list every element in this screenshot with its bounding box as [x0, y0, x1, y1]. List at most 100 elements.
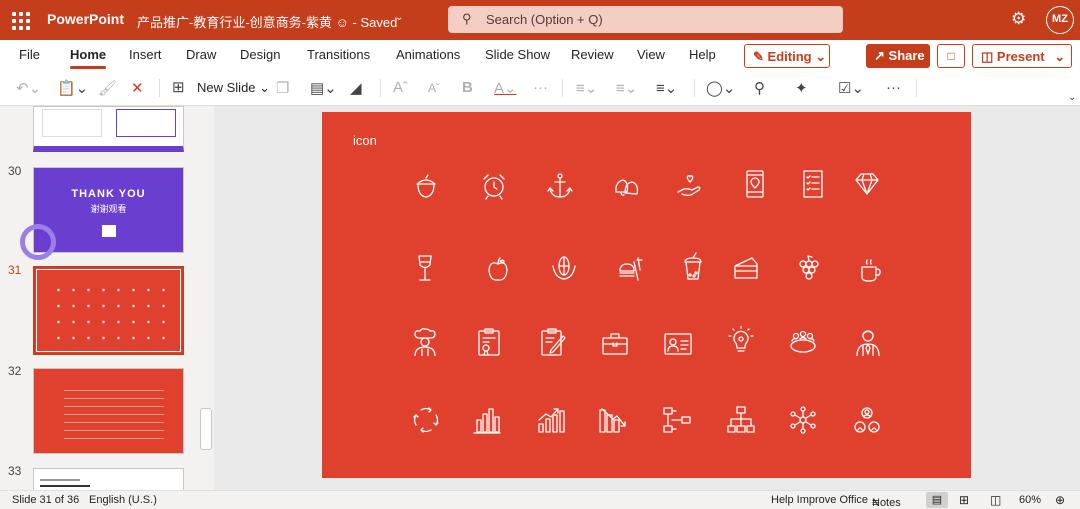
clipboard-edit-icon[interactable]: [539, 328, 567, 356]
fit-to-window-icon[interactable]: ⊕: [1055, 493, 1065, 507]
bells-icon[interactable]: [612, 172, 640, 200]
avatar[interactable]: MZ: [1046, 6, 1074, 34]
checklist-icon[interactable]: [799, 170, 827, 198]
grapes-icon[interactable]: [794, 254, 822, 282]
reuse-slides-icon[interactable]: ❐: [276, 79, 289, 97]
zoom-level[interactable]: 60%: [1019, 494, 1041, 506]
bubble-tea-icon[interactable]: [679, 252, 707, 280]
sensitivity-icon[interactable]: ☑⌄: [838, 79, 864, 97]
ribbon-collapse-chevron-icon[interactable]: ⌄: [1068, 92, 1076, 103]
tab-animations[interactable]: Animations: [396, 47, 460, 62]
clipboard-badge-icon[interactable]: [475, 328, 503, 356]
tab-view[interactable]: View: [637, 47, 665, 62]
slide-thumbnail-30[interactable]: THANK YOU 谢谢观看: [20, 167, 184, 260]
corn-icon[interactable]: [550, 254, 578, 282]
tab-slide-show[interactable]: Slide Show: [485, 47, 550, 62]
logo-icon: [102, 225, 116, 237]
search-icon: ⚲: [462, 11, 472, 26]
present-button[interactable]: ◫ Present ⌄: [972, 44, 1072, 68]
align-text-icon[interactable]: ≡⌄: [656, 79, 677, 97]
wine-glass-icon[interactable]: [411, 254, 439, 282]
network-icon[interactable]: [789, 406, 817, 434]
slide-title[interactable]: icon: [353, 133, 377, 148]
chevron-down-icon[interactable]: ⌄: [395, 12, 403, 23]
growth-chart-icon[interactable]: [537, 406, 565, 434]
share-button[interactable]: ↗ Share: [866, 44, 930, 68]
tab-transitions[interactable]: Transitions: [307, 47, 370, 62]
idea-bulb-icon[interactable]: [727, 325, 755, 354]
save-status: Saved: [360, 15, 398, 30]
bullets-icon[interactable]: ≡⌄: [576, 79, 597, 97]
font-color-icon[interactable]: A⌄: [494, 79, 517, 97]
present-icon: ◫: [981, 49, 994, 64]
title-bar: PowerPoint 产品推广-教育行业-创意商务-紫黄 ☺ - Saved ⌄…: [0, 0, 1080, 40]
slide-counter: Slide 31 of 36: [12, 494, 80, 506]
paste-icon[interactable]: 📋⌄: [57, 79, 88, 97]
document-title[interactable]: 产品推广-教育行业-创意商务-紫黄 ☺ - Saved: [137, 12, 397, 31]
tab-help[interactable]: Help: [689, 47, 716, 62]
more-options-icon[interactable]: ···: [886, 79, 901, 96]
document-name: 产品推广-教育行业-创意商务-紫黄: [137, 15, 332, 30]
pencil-icon: ✎: [753, 49, 764, 64]
status-bar: Slide 31 of 36 English (U.S.) Help Impro…: [0, 490, 1080, 509]
meeting-table-icon[interactable]: [789, 328, 817, 356]
find-icon[interactable]: ⚲: [754, 79, 765, 97]
coffee-cup-icon[interactable]: [857, 256, 885, 284]
acorn-icon[interactable]: [412, 172, 440, 200]
thumbnail-scrollbar[interactable]: [200, 408, 212, 450]
anchor-icon[interactable]: [546, 172, 574, 200]
help-improve-link[interactable]: Help Improve Office: [771, 494, 868, 506]
more-font-icon[interactable]: ···: [533, 79, 548, 96]
numbering-icon[interactable]: ≡⌄: [616, 79, 637, 97]
app-launcher-icon[interactable]: [10, 10, 30, 30]
tab-file[interactable]: File: [19, 47, 40, 62]
search-box[interactable]: ⚲ Search (Option + Q): [448, 6, 843, 33]
phone-location-icon[interactable]: [741, 170, 769, 198]
briefcase-icon[interactable]: [601, 330, 629, 358]
bold-icon[interactable]: B: [462, 79, 473, 96]
tab-home[interactable]: Home: [70, 47, 107, 69]
undo-icon[interactable]: ↶⌄: [16, 79, 41, 97]
cake-icon[interactable]: [732, 254, 760, 282]
layout-icon[interactable]: ▤⌄: [310, 79, 337, 97]
tab-insert[interactable]: Insert: [129, 47, 162, 62]
shapes-icon[interactable]: ◯⌄: [706, 79, 735, 97]
apple-icon[interactable]: [484, 256, 512, 284]
alarm-clock-icon[interactable]: [480, 172, 508, 200]
slide-number-31: 31: [8, 263, 22, 277]
tab-design[interactable]: Design: [240, 47, 280, 62]
reading-view-icon[interactable]: ◫: [990, 493, 1001, 507]
businessman-icon[interactable]: [854, 328, 882, 357]
delete-icon[interactable]: ✕: [131, 79, 144, 97]
tab-draw[interactable]: Draw: [186, 47, 216, 62]
language-indicator[interactable]: English (U.S.): [89, 494, 157, 506]
new-slide-button[interactable]: New Slide ⌄: [197, 80, 270, 96]
chef-icon[interactable]: [411, 328, 439, 357]
slide-sorter-icon[interactable]: ⊞: [959, 493, 969, 507]
flowchart-icon[interactable]: [663, 406, 691, 434]
format-painter-icon[interactable]: 🖌: [98, 79, 117, 97]
slide-thumbnail-29[interactable]: [33, 106, 184, 152]
id-card-icon[interactable]: [664, 330, 692, 358]
bar-chart-icon[interactable]: [473, 406, 501, 434]
decrease-font-icon[interactable]: Aˇ: [428, 81, 440, 95]
shape-fill-icon[interactable]: ◢: [350, 79, 362, 97]
app-name[interactable]: PowerPoint: [47, 11, 124, 27]
designer-wand-icon[interactable]: ✦: [795, 79, 808, 97]
slide-thumbnail-31[interactable]: [33, 266, 184, 355]
slide-thumbnail-33[interactable]: [33, 468, 184, 490]
diamond-icon[interactable]: [853, 170, 881, 198]
team-icon[interactable]: [853, 406, 881, 434]
tab-review[interactable]: Review: [571, 47, 614, 62]
settings-gear-icon[interactable]: ⚙: [1011, 9, 1026, 29]
slide-thumbnail-32[interactable]: [33, 368, 184, 454]
decline-chart-icon[interactable]: [599, 406, 627, 434]
hand-heart-icon[interactable]: [676, 172, 704, 200]
comments-button[interactable]: □: [937, 44, 965, 68]
editing-mode-button[interactable]: ✎ Editing ⌄: [744, 44, 830, 68]
normal-view-icon[interactable]: ▤: [926, 492, 948, 508]
cycle-arrows-icon[interactable]: [412, 406, 440, 434]
org-chart-icon[interactable]: [727, 406, 755, 434]
fast-food-icon[interactable]: [616, 254, 644, 282]
increase-font-icon[interactable]: Aˆ: [393, 79, 408, 96]
